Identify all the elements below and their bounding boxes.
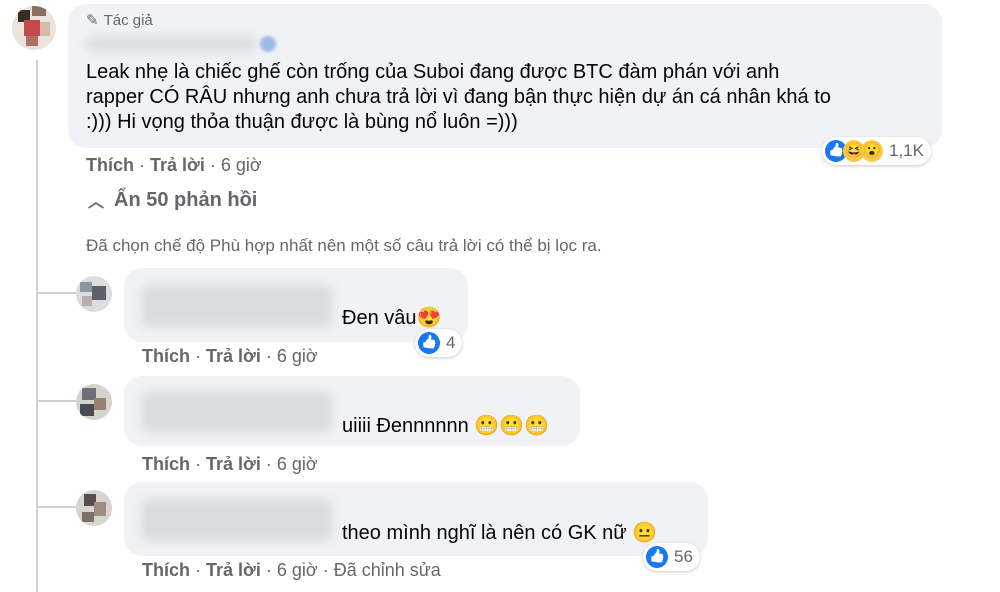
thread-connector bbox=[36, 400, 76, 402]
verified-icon bbox=[260, 36, 276, 52]
reaction-summary[interactable]: 😆 😮 1,1K bbox=[822, 137, 931, 165]
thread-connector bbox=[36, 506, 76, 508]
avatar[interactable] bbox=[76, 490, 112, 526]
reply-link[interactable]: Trả lời bbox=[206, 454, 261, 474]
chevron-up-icon: ︿ bbox=[88, 194, 105, 211]
hide-replies-button[interactable]: ︿ Ẩn 50 phản hồi bbox=[88, 188, 257, 212]
reply-name-redacted[interactable] bbox=[142, 285, 332, 327]
reply-text: theo mình nghĩ là nên có GK nữ 😐 bbox=[342, 522, 658, 544]
neutral-face-emoji: 😐 bbox=[632, 522, 658, 544]
timestamp[interactable]: 6 giờ bbox=[221, 155, 262, 175]
author-badge: ✎ Tác giả bbox=[86, 11, 153, 30]
like-link[interactable]: Thích bbox=[142, 346, 190, 366]
reaction-count: 1,1K bbox=[889, 141, 924, 160]
author-name-redacted[interactable] bbox=[86, 37, 256, 51]
like-link[interactable]: Thích bbox=[142, 454, 190, 474]
reaction-summary[interactable]: 56 bbox=[643, 543, 700, 571]
reply-actions: Thích · Trả lời · 6 giờ · Đã chỉnh sửa bbox=[142, 560, 441, 580]
like-reaction-icon bbox=[646, 546, 668, 568]
comment-text: Leak nhẹ là chiếc ghế còn trống của Subo… bbox=[86, 61, 831, 133]
pencil-icon: ✎ bbox=[86, 12, 99, 29]
avatar[interactable] bbox=[12, 6, 56, 50]
grimace-emoji: 😬😬😬 bbox=[474, 415, 550, 437]
reaction-summary[interactable]: 4 bbox=[415, 329, 463, 357]
timestamp[interactable]: 6 giờ bbox=[277, 560, 318, 580]
comment-actions: Thích · Trả lời · 6 giờ bbox=[86, 155, 262, 175]
reply-text: Đen vâu😍 bbox=[342, 307, 442, 329]
reply-actions: Thích · Trả lời · 6 giờ bbox=[142, 454, 318, 474]
timestamp[interactable]: 6 giờ bbox=[277, 346, 318, 366]
like-reaction-icon bbox=[418, 332, 440, 354]
reply-name-redacted[interactable] bbox=[142, 499, 332, 541]
reply-name-redacted[interactable] bbox=[142, 392, 332, 432]
wow-reaction-icon: 😮 bbox=[861, 140, 883, 162]
reply-link[interactable]: Trả lời bbox=[206, 560, 261, 580]
heart-eyes-emoji: 😍 bbox=[416, 307, 442, 329]
thread-connector bbox=[36, 292, 76, 294]
reaction-count: 56 bbox=[674, 547, 693, 566]
avatar[interactable] bbox=[76, 384, 112, 420]
reply-text: uiiii Đennnnnn 😬😬😬 bbox=[342, 415, 550, 437]
reaction-count: 4 bbox=[446, 333, 456, 352]
filter-note: Đã chọn chế độ Phù hợp nhất nên một số c… bbox=[86, 236, 602, 255]
like-link[interactable]: Thích bbox=[142, 560, 190, 580]
avatar[interactable] bbox=[76, 276, 112, 312]
edited-label[interactable]: Đã chỉnh sửa bbox=[334, 560, 441, 580]
timestamp[interactable]: 6 giờ bbox=[277, 454, 318, 474]
like-link[interactable]: Thích bbox=[86, 155, 134, 175]
reply-link[interactable]: Trả lời bbox=[150, 155, 205, 175]
thread-line bbox=[36, 60, 38, 592]
reply-link[interactable]: Trả lời bbox=[206, 346, 261, 366]
reply-actions: Thích · Trả lời · 6 giờ bbox=[142, 346, 318, 366]
